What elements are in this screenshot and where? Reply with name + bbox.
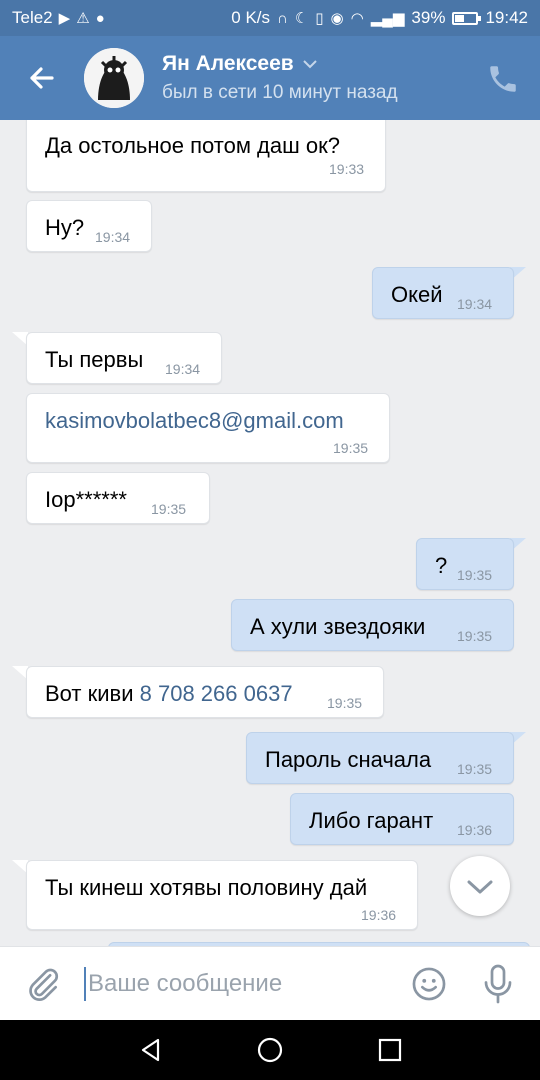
message-time: 19:35 (151, 501, 187, 517)
battery-percent: 39% (411, 8, 446, 27)
message-text: Ну? (45, 215, 85, 240)
message-incoming[interactable]: Ты кинеш хотявы половину дай 19:36 (26, 860, 418, 930)
scroll-to-bottom-button[interactable] (450, 856, 510, 916)
message-text: Да остольное потом даш ок? (45, 133, 340, 158)
microphone-icon (484, 964, 512, 1004)
contact-name-row[interactable]: Ян Алексеев (162, 52, 318, 76)
contact-status: был в сети 10 минут назад (162, 82, 398, 103)
contact-name: Ян Алексеев (162, 52, 294, 75)
network-speed: 0 K/s (231, 8, 271, 27)
email-link[interactable]: kasimovbolatbec8@gmail.com (45, 408, 344, 434)
avatar-image (84, 48, 144, 108)
chevron-down-icon (467, 880, 493, 894)
nav-back-button[interactable] (136, 1035, 166, 1065)
message-time: 19:36 (457, 822, 493, 838)
status-bar: Tele2 ▶ ⚠ ● 0 K/s ∩ ☾ ▯ ◉ ◠ ▂▄▆ 39% 19:4… (0, 0, 540, 36)
message-outgoing[interactable]: А хули звездояки 19:35 (231, 599, 514, 651)
message-incoming[interactable]: Да остольное потом даш ок? 19:33 (26, 120, 386, 192)
message-text: А хули звездояки (250, 614, 426, 639)
back-button[interactable] (22, 58, 62, 98)
message-outgoing[interactable]: Либо гарант 19:36 (290, 793, 514, 845)
phone-icon (490, 66, 516, 92)
headphones-icon: ∩ (277, 9, 288, 27)
nav-home-button[interactable] (255, 1035, 285, 1065)
message-time: 19:35 (457, 567, 493, 583)
message-incoming[interactable]: Iop****** 19:35 (26, 472, 210, 524)
warning-icon: ⚠ (76, 9, 90, 27)
message-time: 19:35 (327, 695, 363, 711)
message-text: Ты кинеш хотявы половину дай (45, 875, 368, 900)
message-list[interactable]: Да остольное потом даш ок? 19:33 Ну? 19:… (0, 120, 540, 946)
message-outgoing[interactable]: Пароль сначала 19:35 (246, 732, 514, 784)
triangle-back-icon (141, 1038, 160, 1062)
message-text: Ты первы (45, 347, 144, 372)
message-text: Пароль сначала (265, 747, 432, 772)
message-incoming[interactable]: Ты первы 19:34 (26, 332, 222, 384)
circle-home-icon (257, 1037, 283, 1063)
message-text: Либо гарант (309, 808, 434, 833)
phone-number-link[interactable]: 8 708 266 0637 (140, 681, 293, 706)
message-text: Вот киви 8 708 266 0637 (45, 681, 293, 707)
eye-icon: ◉ (330, 9, 344, 27)
composer-bar (0, 946, 540, 1020)
message-input[interactable] (84, 967, 384, 1001)
message-outgoing[interactable]: Окей 19:34 (372, 267, 514, 319)
back-arrow-icon (30, 67, 54, 89)
message-time: 19:36 (361, 907, 397, 923)
call-button[interactable] (486, 62, 520, 96)
message-time: 19:35 (457, 761, 493, 777)
message-time: 19:35 (457, 628, 493, 644)
vibrate-icon: ▯ (315, 9, 324, 27)
message-time: 19:34 (165, 361, 201, 377)
voice-message-button[interactable] (480, 963, 516, 1005)
chevron-down-icon (302, 60, 317, 69)
carrier-label: Tele2 (12, 8, 53, 27)
clock: 19:42 (485, 8, 528, 27)
chat-header: Ян Алексеев был в сети 10 минут назад (0, 36, 540, 120)
moon-icon: ☾ (294, 9, 309, 27)
message-time: 19:34 (457, 296, 493, 312)
avatar[interactable] (84, 48, 144, 108)
notification-icon: ● (95, 9, 105, 27)
play-icon: ▶ (58, 9, 71, 27)
smiley-icon (412, 967, 446, 1001)
message-text: Окей (391, 282, 443, 307)
message-incoming[interactable]: Ну? 19:34 (26, 200, 152, 252)
message-text: ? (435, 553, 448, 578)
signal-icon: ▂▄▆ (370, 9, 405, 27)
paperclip-icon (29, 968, 59, 1001)
message-outgoing[interactable]: ? 19:35 (416, 538, 514, 590)
system-nav-bar (0, 1020, 540, 1080)
message-text: Iop****** (45, 487, 127, 512)
message-incoming[interactable]: Вот киви 8 708 266 0637 19:35 (26, 666, 384, 718)
nav-recents-button[interactable] (375, 1035, 405, 1065)
emoji-button[interactable] (410, 965, 448, 1003)
message-incoming[interactable]: kasimovbolatbec8@gmail.com 19:35 (26, 393, 390, 463)
message-text-part: Вот киви (45, 681, 134, 706)
attach-button[interactable] (24, 965, 62, 1003)
message-time: 19:33 (329, 161, 365, 177)
battery-icon (452, 11, 482, 25)
square-recents-icon (378, 1038, 402, 1062)
message-time: 19:34 (95, 229, 131, 245)
message-time: 19:35 (333, 440, 369, 456)
wifi-icon: ◠ (350, 9, 364, 27)
